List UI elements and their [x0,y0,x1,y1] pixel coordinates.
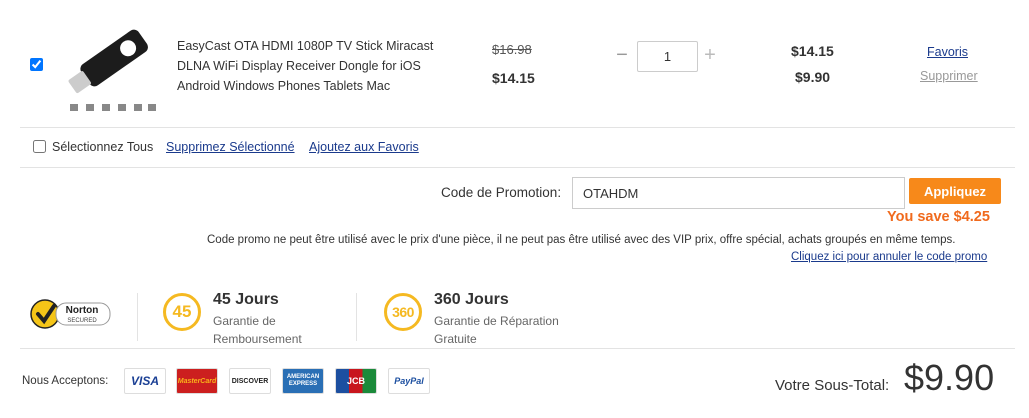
cancel-promo-link[interactable]: Cliquez ici pour annuler le code promo [791,251,987,263]
divider [356,293,357,341]
repair-guarantee-icon: 360 [384,293,422,331]
quantity-decrease-button[interactable]: − [614,44,630,67]
divider [20,127,1015,128]
discover-icon: DISCOVER [229,368,271,394]
quantity-input[interactable] [637,41,698,72]
divider [137,293,138,341]
jcb-icon: JCB [335,368,377,394]
apply-promo-button[interactable]: Appliquez [909,178,1001,204]
line-total-discounted: $9.90 [795,69,831,85]
savings-text: You save $4.25 [887,209,990,225]
divider [20,167,1015,168]
norton-secured-icon: Norton SECURED [30,299,111,329]
promo-notice: Code promo ne peut être utilisé avec le … [207,234,956,246]
line-total-original: $14.15 [791,43,834,59]
subtotal-label: Votre Sous-Total: [775,377,890,394]
refund-guarantee-title: 45 Jours [213,291,279,308]
item-checkbox[interactable] [30,58,43,71]
norton-secured-text: SECURED [67,318,97,324]
product-thumbnail[interactable] [64,18,162,122]
visa-icon: VISA [124,368,166,394]
paypal-icon: PayPal [388,368,430,394]
add-to-favorites-link[interactable]: Ajoutez aux Favoris [309,140,419,154]
supprimer-link[interactable]: Supprimer [920,69,978,83]
refund-guarantee-subtitle: Garantie de Remboursement [213,314,302,346]
subtotal-value: $9.90 [904,357,995,398]
quantity-increase-button[interactable]: + [702,44,718,67]
favoris-link[interactable]: Favoris [927,45,968,59]
promo-code-input[interactable] [572,177,905,209]
original-price: $16.98 [492,42,532,57]
divider [20,348,1015,349]
select-all-checkbox[interactable] [33,140,46,153]
product-title[interactable]: EasyCast OTA HDMI 1080P TV Stick Miracas… [177,36,447,96]
repair-guarantee-title: 360 Jours [434,291,509,308]
repair-guarantee-subtitle: Garantie de Réparation Gratuite [434,314,559,346]
unit-price: $14.15 [492,70,535,86]
select-all-label[interactable]: Sélectionnez Tous [52,140,153,154]
payments-label: Nous Acceptons: [22,375,109,387]
norton-name: Norton [66,305,99,316]
promo-code-label: Code de Promotion: [441,185,562,200]
american-express-icon: AMERICAN EXPRESS [282,368,324,394]
delete-selected-link[interactable]: Supprimez Sélectionné [166,140,295,154]
mastercard-icon: MasterCard [176,368,218,394]
refund-guarantee-icon: 45 [163,293,201,331]
